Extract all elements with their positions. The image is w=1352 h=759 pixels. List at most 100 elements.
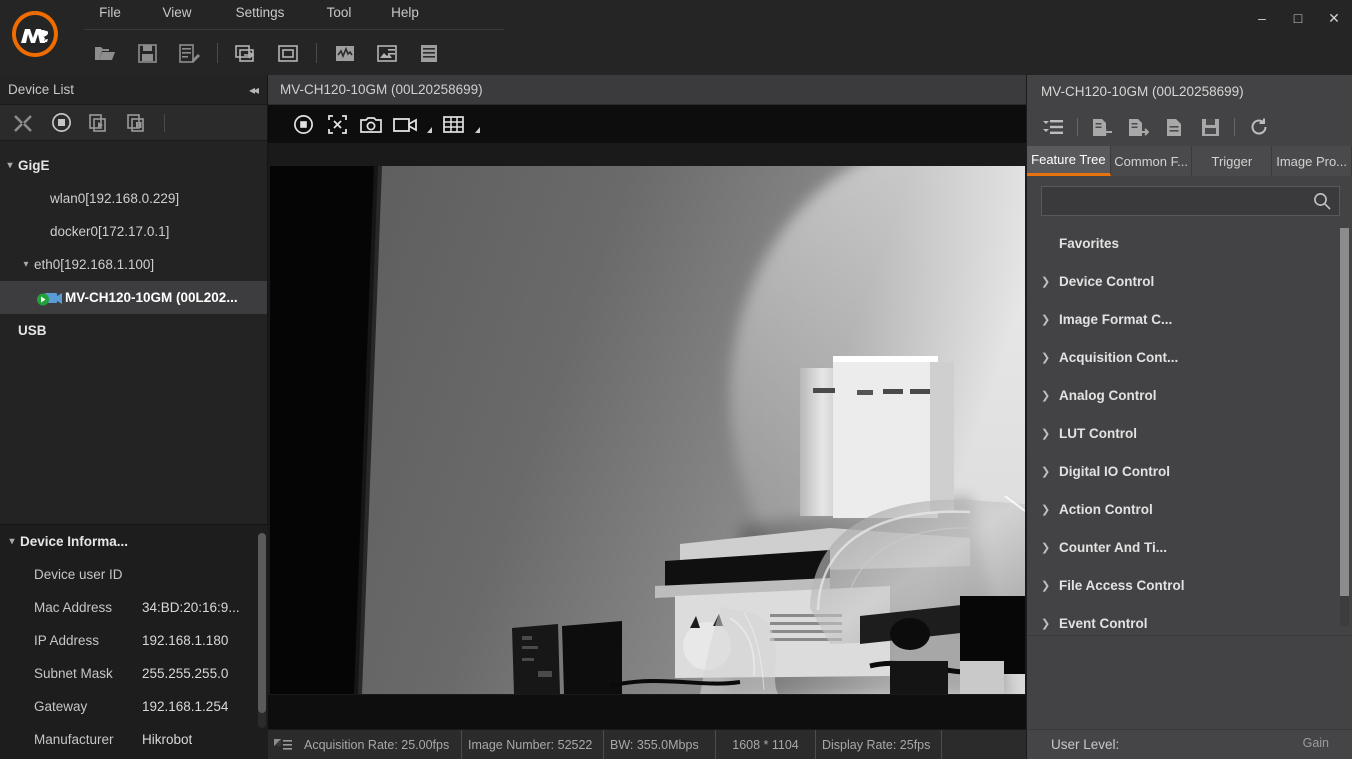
record-video-icon[interactable] [388,109,422,139]
chevron-right-icon[interactable]: ❯ [1041,427,1059,440]
feature-tree-label: Analog Control [1059,387,1157,403]
scrollbar-thumb[interactable] [258,533,266,713]
chevron-right-icon[interactable]: ❯ [1041,465,1059,478]
save-as-icon[interactable] [168,36,210,70]
viewer-spacer [268,143,1026,165]
device-tree-item-eth0[interactable]: ▾ eth0[192.168.1.100] [0,248,267,281]
refresh-icon[interactable] [1241,111,1277,143]
device-tree-item-docker0[interactable]: docker0[172.17.0.1] [0,215,267,248]
menu-help[interactable]: Help [372,0,438,24]
feature-tree-item-event-control[interactable]: ❯ Event Control [1027,604,1352,635]
properties-footer: User Level: Gain [1027,729,1352,759]
tab-feature-tree[interactable]: Feature Tree [1027,146,1111,176]
device-tree-item-wlan0[interactable]: wlan0[192.168.0.229] [0,182,267,215]
device-tree-item-camera[interactable]: MV-CH120-10GM (00L202... [0,281,267,314]
tab-trigger[interactable]: Trigger [1192,146,1273,176]
expand-caret[interactable]: ▾ [18,259,34,270]
waveform-icon[interactable] [324,36,366,70]
tab-image-processing[interactable]: Image Pro... [1272,146,1352,176]
feature-tree-item-counter-and-timer-control[interactable]: ❯ Counter And Ti... [1027,528,1352,566]
properties-panel-title: MV-CH120-10GM (00L20258699) [1027,75,1352,108]
camera-image [269,166,1025,694]
tab-common-features[interactable]: Common F... [1110,146,1193,176]
status-display-rate: Display Rate: 25fps [816,729,942,759]
search-input[interactable] [1042,187,1339,215]
search-box[interactable] [1041,186,1340,216]
device-tree-item-usb[interactable]: USB [0,314,267,347]
export-features-icon[interactable] [1120,111,1156,143]
save-file-icon[interactable] [1192,111,1228,143]
device-info-scrollbar[interactable] [258,533,266,728]
feature-tree-item-action-control[interactable]: ❯ Action Control [1027,490,1352,528]
close-button[interactable]: ✕ [1316,0,1352,36]
feature-tree-item-digital-io-control[interactable]: ❯ Digital IO Control [1027,452,1352,490]
stop-record-icon[interactable] [42,108,80,138]
minimize-button[interactable]: – [1244,0,1280,36]
feature-tree: Favorites ❯ Device Control ❯ Image Forma… [1027,224,1352,635]
device-information-panel: ▾ Device Informa... Device user ID Mac A… [0,524,268,759]
expand-caret[interactable]: ▾ [2,160,18,171]
status-acquisition-rate: Acquisition Rate: 25.00fps [298,729,462,759]
chevron-right-icon[interactable]: ❯ [1041,389,1059,402]
switch-device-icon[interactable] [225,36,267,70]
image-properties-icon[interactable] [366,36,408,70]
device-info-key: IP Address [34,633,100,648]
device-info-value: 34:BD:20:16:9... [142,600,240,615]
window-controls: – □ ✕ [1244,0,1352,36]
list-icon[interactable] [408,36,450,70]
chevron-right-icon[interactable]: ❯ [1041,503,1059,516]
device-information-header[interactable]: ▾ Device Informa... [0,525,268,558]
feature-search-bar [1027,176,1352,224]
feature-tree-label: Image Format C... [1059,311,1173,327]
open-folder-icon[interactable] [84,36,126,70]
maximize-button[interactable]: □ [1280,0,1316,36]
chevron-right-icon[interactable]: ❯ [1041,313,1059,326]
load-file-icon[interactable] [1156,111,1192,143]
status-list-icon[interactable] [268,730,298,759]
device-list-header: Device List ◂◂ [0,75,267,105]
save-icon[interactable] [126,36,168,70]
menu-settings[interactable]: Settings [214,0,306,24]
feature-tree-item-acquisition-control[interactable]: ❯ Acquisition Cont... [1027,338,1352,376]
fit-to-window-icon[interactable] [320,109,354,139]
chevron-right-icon[interactable]: ❯ [1041,351,1059,364]
chevron-right-icon[interactable]: ❯ [1041,275,1059,288]
menu-file[interactable]: File [80,0,140,24]
expand-caret[interactable]: ▾ [4,536,20,547]
disconnect-icon[interactable] [4,108,42,138]
stop-grab-icon[interactable] [286,109,320,139]
status-image-number: Image Number: 52522 [462,729,604,759]
menu-tool[interactable]: Tool [306,0,372,24]
split-options-caret-icon[interactable] [470,109,484,139]
device-info-value: 192.168.1.254 [142,699,229,714]
feature-tree-item-lut-control[interactable]: ❯ LUT Control [1027,414,1352,452]
camera-icon [36,291,62,305]
menu-view[interactable]: View [140,0,214,24]
pause-all-icon[interactable] [118,108,156,138]
feature-tree-item-device-control[interactable]: ❯ Device Control [1027,262,1352,300]
search-icon[interactable] [1313,192,1331,210]
feature-tree-label: Digital IO Control [1059,463,1170,479]
image-canvas[interactable] [268,165,1026,695]
split-view-icon[interactable] [436,109,470,139]
feature-tree-item-file-access-control[interactable]: ❯ File Access Control [1027,566,1352,604]
chevron-right-icon[interactable]: ❯ [1041,541,1059,554]
feature-tree-label: Counter And Ti... [1059,539,1167,555]
fullscreen-icon[interactable] [267,36,309,70]
properties-tabs: Feature Tree Common F... Trigger Image P… [1027,146,1352,176]
feature-tree-item-image-format-control[interactable]: ❯ Image Format C... [1027,300,1352,338]
feature-tree-scrollbar[interactable] [1340,228,1349,626]
import-features-icon[interactable] [1084,111,1120,143]
feature-tree-item-favorites[interactable]: Favorites [1027,224,1352,262]
chevron-right-icon[interactable]: ❯ [1041,617,1059,630]
feature-tree-item-analog-control[interactable]: ❯ Analog Control [1027,376,1352,414]
device-info-key: Manufacturer [34,732,114,747]
chevron-right-icon[interactable]: ❯ [1041,579,1059,592]
collapse-left-icon[interactable]: ◂◂ [249,83,259,97]
scrollbar-thumb[interactable] [1340,228,1349,596]
snapshot-icon[interactable] [354,109,388,139]
record-options-caret-icon[interactable] [422,109,436,139]
expand-collapse-tree-icon[interactable] [1035,111,1071,143]
start-all-icon[interactable] [80,108,118,138]
device-tree-item-gige[interactable]: ▾ GigE [0,149,267,182]
